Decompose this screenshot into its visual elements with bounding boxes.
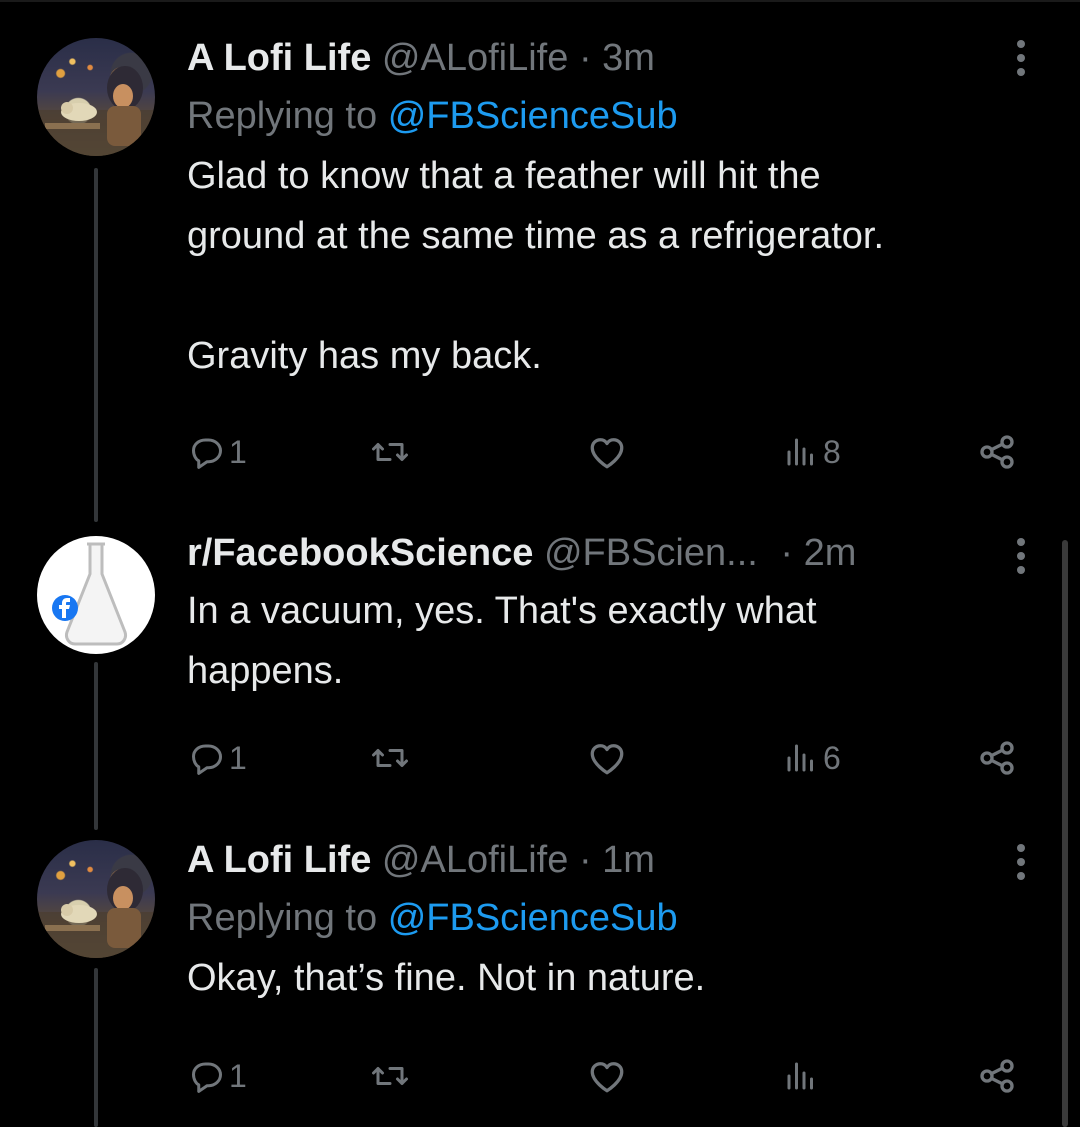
like-icon xyxy=(590,744,624,775)
display-name[interactable]: A Lofi Life xyxy=(187,839,371,881)
reply-button[interactable]: 1 xyxy=(189,432,247,472)
retweet-icon xyxy=(372,749,408,767)
share-button[interactable] xyxy=(977,432,1017,472)
user-handle[interactable]: @ALofiLife xyxy=(382,37,568,79)
action-bar: 1 8 xyxy=(187,432,1050,472)
share-button[interactable] xyxy=(977,738,1017,778)
action-bar: 1 6 xyxy=(187,738,1050,778)
mention-link[interactable]: @FBScienceSub xyxy=(388,95,678,137)
user-handle[interactable]: @ALofiLife xyxy=(382,839,568,881)
avatar[interactable] xyxy=(37,38,155,156)
more-icon[interactable] xyxy=(1015,844,1027,884)
share-icon xyxy=(980,435,1014,469)
reply-count: 1 xyxy=(229,433,247,470)
flask-icon xyxy=(52,542,127,646)
reply-count: 1 xyxy=(229,739,247,776)
avatar-image xyxy=(37,66,155,156)
timestamp[interactable]: · 3m xyxy=(579,37,655,79)
reply-icon xyxy=(192,438,222,469)
thread-view: A Lofi Life @ALofiLife · 3m Replying to … xyxy=(0,0,1080,1127)
views-button[interactable]: 8 xyxy=(783,432,841,472)
more-icon[interactable] xyxy=(1015,40,1027,80)
views-icon xyxy=(787,1062,813,1090)
mention-link[interactable]: @FBScienceSub xyxy=(388,897,678,939)
post-header: A Lofi Life @ALofiLife · 1m xyxy=(187,832,1080,888)
display-name[interactable]: r/FacebookScience xyxy=(187,532,533,574)
reply-button[interactable]: 1 xyxy=(189,738,247,778)
reply-prefix: Replying to xyxy=(187,897,378,939)
share-icon xyxy=(980,741,1014,775)
like-button[interactable] xyxy=(587,432,627,472)
views-button[interactable]: 6 xyxy=(783,738,841,778)
post-text: Okay, that’s fine. Not in nature. xyxy=(187,957,706,999)
timestamp[interactable]: · 2m xyxy=(780,532,856,574)
post-text: In a vacuum, yes. That's exactly what ha… xyxy=(187,590,817,692)
retweet-button[interactable] xyxy=(370,432,410,472)
user-handle[interactable]: @FBScien... xyxy=(544,532,758,574)
retweet-icon xyxy=(372,443,408,461)
views-icon xyxy=(787,744,813,772)
post[interactable]: r/FacebookScience @FBScien... · 2m In a … xyxy=(187,525,1080,701)
view-count: 8 xyxy=(823,433,841,470)
post-text: Glad to know that a feather will hit the… xyxy=(187,155,885,377)
share-button[interactable] xyxy=(977,1056,1017,1096)
post[interactable]: A Lofi Life @ALofiLife · 1m Replying to … xyxy=(187,832,1080,1008)
action-bar: 1 xyxy=(187,1056,1050,1096)
more-icon[interactable] xyxy=(1015,538,1027,578)
share-icon xyxy=(980,1059,1014,1093)
reply-context: Replying to @FBScienceSub xyxy=(187,888,1080,948)
post-header: A Lofi Life @ALofiLife · 3m xyxy=(187,30,1080,86)
post[interactable]: A Lofi Life @ALofiLife · 3m Replying to … xyxy=(187,30,1080,386)
avatar-image xyxy=(37,868,155,958)
post-header: r/FacebookScience @FBScien... · 2m xyxy=(187,525,1080,581)
retweet-icon xyxy=(372,1067,408,1085)
divider xyxy=(0,0,1080,2)
reply-icon xyxy=(192,744,222,775)
facebook-icon xyxy=(52,595,78,621)
like-icon xyxy=(590,438,624,469)
avatar[interactable] xyxy=(37,840,155,958)
thread-connector xyxy=(94,168,98,522)
views-icon xyxy=(787,438,813,466)
reply-icon xyxy=(192,1062,222,1093)
views-button[interactable] xyxy=(783,1056,819,1096)
reply-prefix: Replying to xyxy=(187,95,378,137)
timestamp[interactable]: · 1m xyxy=(579,839,655,881)
display-name[interactable]: A Lofi Life xyxy=(187,37,371,79)
thread-connector xyxy=(94,968,98,1127)
retweet-button[interactable] xyxy=(370,1056,410,1096)
avatar[interactable] xyxy=(37,536,155,654)
like-button[interactable] xyxy=(587,1056,627,1096)
reply-context: Replying to @FBScienceSub xyxy=(187,86,1080,146)
like-button[interactable] xyxy=(587,738,627,778)
scrollbar[interactable] xyxy=(1062,540,1068,1127)
reply-count: 1 xyxy=(229,1057,247,1094)
like-icon xyxy=(590,1062,624,1093)
reply-button[interactable]: 1 xyxy=(189,1056,247,1096)
thread-connector xyxy=(94,662,98,830)
view-count: 6 xyxy=(823,739,841,776)
retweet-button[interactable] xyxy=(370,738,410,778)
